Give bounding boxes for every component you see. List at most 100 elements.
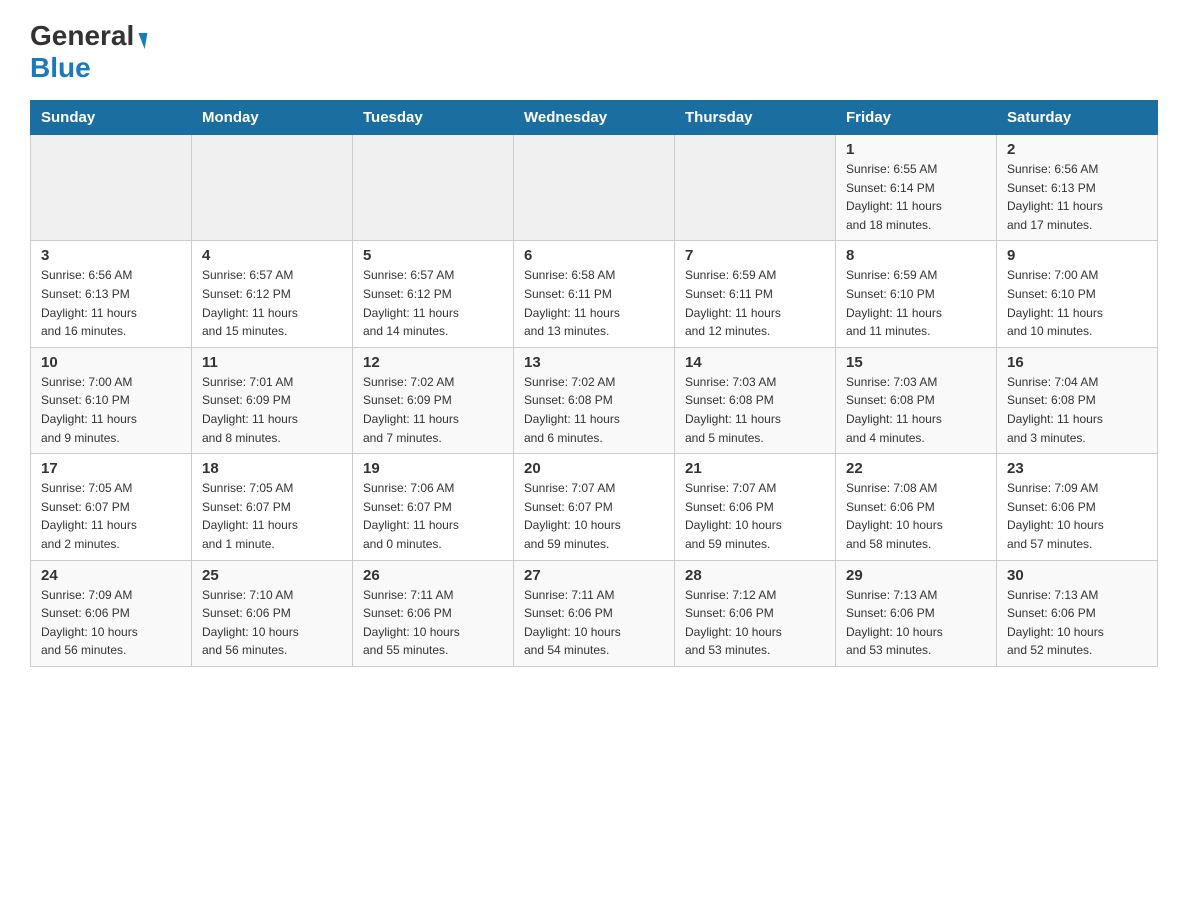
calendar-cell: 3 Sunrise: 6:56 AM Sunset: 6:13 PM Daylig… bbox=[31, 241, 192, 347]
day-info: Sunrise: 7:07 AM Sunset: 6:07 PM Dayligh… bbox=[524, 479, 664, 553]
calendar-cell: 20 Sunrise: 7:07 AM Sunset: 6:07 PM Dayli… bbox=[514, 454, 675, 560]
day-number: 11 bbox=[202, 354, 342, 371]
day-info: Sunrise: 7:13 AM Sunset: 6:06 PM Dayligh… bbox=[1007, 586, 1147, 660]
day-info: Sunrise: 7:02 AM Sunset: 6:08 PM Dayligh… bbox=[524, 373, 664, 447]
header: General Blue bbox=[30, 20, 1158, 84]
calendar-week-2: 3 Sunrise: 6:56 AM Sunset: 6:13 PM Daylig… bbox=[31, 241, 1158, 347]
day-number: 21 bbox=[685, 460, 825, 477]
day-info: Sunrise: 6:57 AM Sunset: 6:12 PM Dayligh… bbox=[202, 266, 342, 340]
weekday-header-monday: Monday bbox=[192, 101, 353, 135]
calendar-cell bbox=[353, 135, 514, 241]
weekday-header-wednesday: Wednesday bbox=[514, 101, 675, 135]
day-number: 3 bbox=[41, 247, 181, 264]
day-number: 16 bbox=[1007, 354, 1147, 371]
calendar-cell: 24Sunrise: 7:09 AM Sunset: 6:06 PM Dayli… bbox=[31, 560, 192, 666]
day-number: 13 bbox=[524, 354, 664, 371]
calendar-cell: 17Sunrise: 7:05 AM Sunset: 6:07 PM Dayli… bbox=[31, 454, 192, 560]
day-info: Sunrise: 6:56 AM Sunset: 6:13 PM Dayligh… bbox=[1007, 160, 1147, 234]
calendar-cell: 29 Sunrise: 7:13 AM Sunset: 6:06 PM Dayli… bbox=[836, 560, 997, 666]
calendar-cell bbox=[675, 135, 836, 241]
day-info: Sunrise: 7:11 AM Sunset: 6:06 PM Dayligh… bbox=[363, 586, 503, 660]
weekday-header-thursday: Thursday bbox=[675, 101, 836, 135]
calendar-cell: 14 Sunrise: 7:03 AM Sunset: 6:08 PM Dayli… bbox=[675, 347, 836, 453]
day-info: Sunrise: 7:07 AM Sunset: 6:06 PM Dayligh… bbox=[685, 479, 825, 553]
day-number: 20 bbox=[524, 460, 664, 477]
day-number: 14 bbox=[685, 354, 825, 371]
calendar-cell: 16 Sunrise: 7:04 AM Sunset: 6:08 PM Dayli… bbox=[997, 347, 1158, 453]
calendar-cell bbox=[31, 135, 192, 241]
day-info: Sunrise: 7:02 AM Sunset: 6:09 PM Dayligh… bbox=[363, 373, 503, 447]
weekday-header-sunday: Sunday bbox=[31, 101, 192, 135]
day-number: 15 bbox=[846, 354, 986, 371]
day-info: Sunrise: 6:59 AM Sunset: 6:10 PM Dayligh… bbox=[846, 266, 986, 340]
calendar-cell: 8 Sunrise: 6:59 AM Sunset: 6:10 PM Daylig… bbox=[836, 241, 997, 347]
day-number: 23 bbox=[1007, 460, 1147, 477]
day-number: 18 bbox=[202, 460, 342, 477]
day-info: Sunrise: 7:03 AM Sunset: 6:08 PM Dayligh… bbox=[846, 373, 986, 447]
calendar-cell: 26Sunrise: 7:11 AM Sunset: 6:06 PM Dayli… bbox=[353, 560, 514, 666]
day-info: Sunrise: 7:13 AM Sunset: 6:06 PM Dayligh… bbox=[846, 586, 986, 660]
day-info: Sunrise: 7:08 AM Sunset: 6:06 PM Dayligh… bbox=[846, 479, 986, 553]
day-info: Sunrise: 7:06 AM Sunset: 6:07 PM Dayligh… bbox=[363, 479, 503, 553]
calendar-cell: 9Sunrise: 7:00 AM Sunset: 6:10 PM Daylig… bbox=[997, 241, 1158, 347]
calendar-cell: 22 Sunrise: 7:08 AM Sunset: 6:06 PM Dayli… bbox=[836, 454, 997, 560]
weekday-header-friday: Friday bbox=[836, 101, 997, 135]
calendar-cell: 28 Sunrise: 7:12 AM Sunset: 6:06 PM Dayli… bbox=[675, 560, 836, 666]
calendar-table: SundayMondayTuesdayWednesdayThursdayFrid… bbox=[30, 100, 1158, 667]
day-number: 5 bbox=[363, 247, 503, 264]
day-info: Sunrise: 6:59 AM Sunset: 6:11 PM Dayligh… bbox=[685, 266, 825, 340]
day-number: 2 bbox=[1007, 141, 1147, 158]
day-info: Sunrise: 7:10 AM Sunset: 6:06 PM Dayligh… bbox=[202, 586, 342, 660]
weekday-header-tuesday: Tuesday bbox=[353, 101, 514, 135]
calendar-cell: 6 Sunrise: 6:58 AM Sunset: 6:11 PM Daylig… bbox=[514, 241, 675, 347]
calendar-cell: 5Sunrise: 6:57 AM Sunset: 6:12 PM Daylig… bbox=[353, 241, 514, 347]
calendar-week-4: 17Sunrise: 7:05 AM Sunset: 6:07 PM Dayli… bbox=[31, 454, 1158, 560]
calendar-cell bbox=[514, 135, 675, 241]
logo-blue-text: Blue bbox=[30, 52, 91, 84]
calendar-cell: 11Sunrise: 7:01 AM Sunset: 6:09 PM Dayli… bbox=[192, 347, 353, 453]
day-info: Sunrise: 7:00 AM Sunset: 6:10 PM Dayligh… bbox=[41, 373, 181, 447]
day-number: 22 bbox=[846, 460, 986, 477]
day-number: 12 bbox=[363, 354, 503, 371]
day-number: 28 bbox=[685, 567, 825, 584]
weekday-header-saturday: Saturday bbox=[997, 101, 1158, 135]
day-info: Sunrise: 7:09 AM Sunset: 6:06 PM Dayligh… bbox=[1007, 479, 1147, 553]
day-info: Sunrise: 7:11 AM Sunset: 6:06 PM Dayligh… bbox=[524, 586, 664, 660]
calendar-cell: 30Sunrise: 7:13 AM Sunset: 6:06 PM Dayli… bbox=[997, 560, 1158, 666]
calendar-cell: 25 Sunrise: 7:10 AM Sunset: 6:06 PM Dayli… bbox=[192, 560, 353, 666]
weekday-header-row: SundayMondayTuesdayWednesdayThursdayFrid… bbox=[31, 101, 1158, 135]
day-number: 25 bbox=[202, 567, 342, 584]
calendar-cell: 21 Sunrise: 7:07 AM Sunset: 6:06 PM Dayli… bbox=[675, 454, 836, 560]
calendar-cell: 4 Sunrise: 6:57 AM Sunset: 6:12 PM Daylig… bbox=[192, 241, 353, 347]
calendar-cell: 15 Sunrise: 7:03 AM Sunset: 6:08 PM Dayli… bbox=[836, 347, 997, 453]
day-number: 27 bbox=[524, 567, 664, 584]
day-number: 29 bbox=[846, 567, 986, 584]
day-number: 10 bbox=[41, 354, 181, 371]
day-number: 1 bbox=[846, 141, 986, 158]
day-number: 24 bbox=[41, 567, 181, 584]
calendar-cell: 10 Sunrise: 7:00 AM Sunset: 6:10 PM Dayli… bbox=[31, 347, 192, 453]
day-info: Sunrise: 7:05 AM Sunset: 6:07 PM Dayligh… bbox=[202, 479, 342, 553]
day-number: 6 bbox=[524, 247, 664, 264]
calendar-cell: 23 Sunrise: 7:09 AM Sunset: 6:06 PM Dayli… bbox=[997, 454, 1158, 560]
day-info: Sunrise: 6:55 AM Sunset: 6:14 PM Dayligh… bbox=[846, 160, 986, 234]
day-info: Sunrise: 6:56 AM Sunset: 6:13 PM Dayligh… bbox=[41, 266, 181, 340]
day-info: Sunrise: 7:12 AM Sunset: 6:06 PM Dayligh… bbox=[685, 586, 825, 660]
day-info: Sunrise: 7:05 AM Sunset: 6:07 PM Dayligh… bbox=[41, 479, 181, 553]
day-number: 4 bbox=[202, 247, 342, 264]
calendar-cell: 13 Sunrise: 7:02 AM Sunset: 6:08 PM Dayli… bbox=[514, 347, 675, 453]
calendar-week-5: 24Sunrise: 7:09 AM Sunset: 6:06 PM Dayli… bbox=[31, 560, 1158, 666]
logo: General Blue bbox=[30, 20, 146, 84]
day-number: 7 bbox=[685, 247, 825, 264]
calendar-cell bbox=[192, 135, 353, 241]
calendar-cell: 27 Sunrise: 7:11 AM Sunset: 6:06 PM Dayli… bbox=[514, 560, 675, 666]
day-info: Sunrise: 7:04 AM Sunset: 6:08 PM Dayligh… bbox=[1007, 373, 1147, 447]
day-info: Sunrise: 6:58 AM Sunset: 6:11 PM Dayligh… bbox=[524, 266, 664, 340]
day-number: 9 bbox=[1007, 247, 1147, 264]
day-info: Sunrise: 7:03 AM Sunset: 6:08 PM Dayligh… bbox=[685, 373, 825, 447]
day-number: 8 bbox=[846, 247, 986, 264]
calendar-cell: 19Sunrise: 7:06 AM Sunset: 6:07 PM Dayli… bbox=[353, 454, 514, 560]
calendar-cell: 12 Sunrise: 7:02 AM Sunset: 6:09 PM Dayli… bbox=[353, 347, 514, 453]
calendar-cell: 7 Sunrise: 6:59 AM Sunset: 6:11 PM Daylig… bbox=[675, 241, 836, 347]
calendar-week-3: 10 Sunrise: 7:00 AM Sunset: 6:10 PM Dayli… bbox=[31, 347, 1158, 453]
